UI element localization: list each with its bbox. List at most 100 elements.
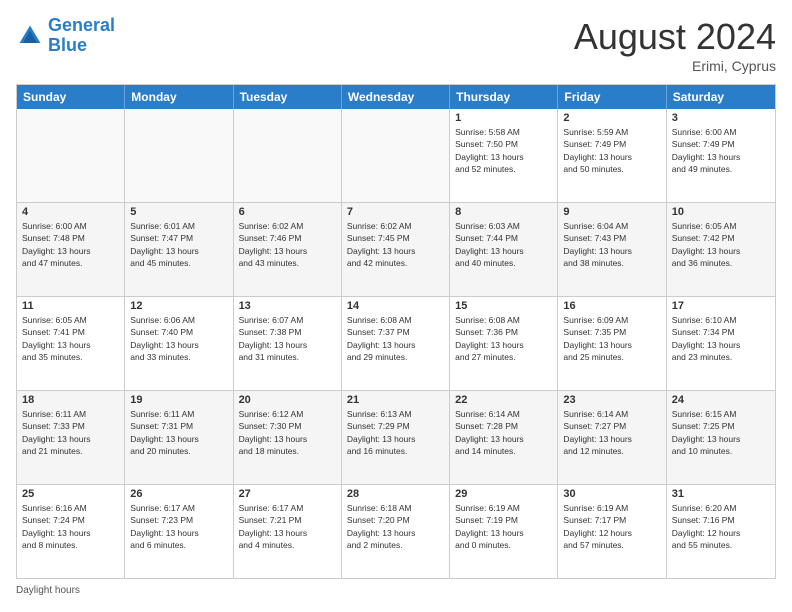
calendar-cell: 18 Sunrise: 6:11 AM Sunset: 7:33 PM Dayli…	[17, 391, 125, 484]
logo: General Blue	[16, 16, 115, 56]
day-info: Sunrise: 6:05 AM Sunset: 7:42 PM Dayligh…	[672, 220, 770, 269]
day-info: Sunrise: 6:19 AM Sunset: 7:19 PM Dayligh…	[455, 502, 552, 551]
day-number: 16	[563, 300, 660, 312]
month-title: August 2024	[574, 16, 776, 58]
cal-header-day: Tuesday	[234, 85, 342, 109]
day-number: 26	[130, 488, 227, 500]
day-number: 21	[347, 394, 444, 406]
day-info: Sunrise: 6:16 AM Sunset: 7:24 PM Dayligh…	[22, 502, 119, 551]
day-info: Sunrise: 6:08 AM Sunset: 7:36 PM Dayligh…	[455, 314, 552, 363]
calendar-cell: 14Sunrise: 6:08 AM Sunset: 7:37 PM Dayli…	[342, 297, 450, 390]
day-info: Sunrise: 6:14 AM Sunset: 7:27 PM Dayligh…	[563, 408, 660, 457]
calendar-cell: 1 Sunrise: 5:58 AM Sunset: 7:50 PM Daylig…	[450, 109, 558, 202]
calendar-row: 1 Sunrise: 5:58 AM Sunset: 7:50 PM Daylig…	[17, 109, 775, 203]
calendar-row: 25 Sunrise: 6:16 AM Sunset: 7:24 PM Dayli…	[17, 485, 775, 578]
day-number: 1	[455, 112, 552, 124]
calendar-cell: 6Sunrise: 6:02 AM Sunset: 7:46 PM Daylig…	[234, 203, 342, 296]
footer-note-text: Daylight hours	[16, 585, 80, 596]
day-number: 13	[239, 300, 336, 312]
calendar-cell: 7 Sunrise: 6:02 AM Sunset: 7:45 PM Daylig…	[342, 203, 450, 296]
day-info: Sunrise: 6:01 AM Sunset: 7:47 PM Dayligh…	[130, 220, 227, 269]
calendar-cell: 13 Sunrise: 6:07 AM Sunset: 7:38 PM Dayli…	[234, 297, 342, 390]
calendar-cell: 17Sunrise: 6:10 AM Sunset: 7:34 PM Dayli…	[667, 297, 775, 390]
day-number: 8	[455, 206, 552, 218]
calendar-cell: 2 Sunrise: 5:59 AM Sunset: 7:49 PM Daylig…	[558, 109, 666, 202]
calendar-cell	[342, 109, 450, 202]
day-number: 19	[130, 394, 227, 406]
calendar-cell: 21 Sunrise: 6:13 AM Sunset: 7:29 PM Dayli…	[342, 391, 450, 484]
day-number: 29	[455, 488, 552, 500]
calendar-row: 4Sunrise: 6:00 AM Sunset: 7:48 PM Daylig…	[17, 203, 775, 297]
cal-header-day: Wednesday	[342, 85, 450, 109]
day-info: Sunrise: 5:58 AM Sunset: 7:50 PM Dayligh…	[455, 126, 552, 175]
calendar-cell: 11 Sunrise: 6:05 AM Sunset: 7:41 PM Dayli…	[17, 297, 125, 390]
calendar-cell: 24Sunrise: 6:15 AM Sunset: 7:25 PM Dayli…	[667, 391, 775, 484]
day-info: Sunrise: 6:14 AM Sunset: 7:28 PM Dayligh…	[455, 408, 552, 457]
day-info: Sunrise: 6:13 AM Sunset: 7:29 PM Dayligh…	[347, 408, 444, 457]
day-info: Sunrise: 6:12 AM Sunset: 7:30 PM Dayligh…	[239, 408, 336, 457]
calendar: SundayMondayTuesdayWednesdayThursdayFrid…	[16, 84, 776, 579]
day-info: Sunrise: 5:59 AM Sunset: 7:49 PM Dayligh…	[563, 126, 660, 175]
calendar-cell: 23Sunrise: 6:14 AM Sunset: 7:27 PM Dayli…	[558, 391, 666, 484]
day-info: Sunrise: 6:10 AM Sunset: 7:34 PM Dayligh…	[672, 314, 770, 363]
day-info: Sunrise: 6:09 AM Sunset: 7:35 PM Dayligh…	[563, 314, 660, 363]
day-info: Sunrise: 6:18 AM Sunset: 7:20 PM Dayligh…	[347, 502, 444, 551]
logo-blue: Blue	[48, 35, 87, 55]
day-number: 24	[672, 394, 770, 406]
calendar-cell: 29 Sunrise: 6:19 AM Sunset: 7:19 PM Dayli…	[450, 485, 558, 578]
day-number: 20	[239, 394, 336, 406]
calendar-cell: 28Sunrise: 6:18 AM Sunset: 7:20 PM Dayli…	[342, 485, 450, 578]
calendar-cell: 4Sunrise: 6:00 AM Sunset: 7:48 PM Daylig…	[17, 203, 125, 296]
day-number: 3	[672, 112, 770, 124]
calendar-cell: 10 Sunrise: 6:05 AM Sunset: 7:42 PM Dayli…	[667, 203, 775, 296]
cal-header-day: Friday	[558, 85, 666, 109]
calendar-cell: 8 Sunrise: 6:03 AM Sunset: 7:44 PM Daylig…	[450, 203, 558, 296]
day-number: 7	[347, 206, 444, 218]
day-number: 9	[563, 206, 660, 218]
calendar-cell: 12 Sunrise: 6:06 AM Sunset: 7:40 PM Dayli…	[125, 297, 233, 390]
calendar-cell: 16 Sunrise: 6:09 AM Sunset: 7:35 PM Dayli…	[558, 297, 666, 390]
day-number: 10	[672, 206, 770, 218]
calendar-cell: 26 Sunrise: 6:17 AM Sunset: 7:23 PM Dayli…	[125, 485, 233, 578]
location: Erimi, Cyprus	[574, 58, 776, 74]
day-number: 11	[22, 300, 119, 312]
calendar-cell: 31 Sunrise: 6:20 AM Sunset: 7:16 PM Dayli…	[667, 485, 775, 578]
day-info: Sunrise: 6:00 AM Sunset: 7:48 PM Dayligh…	[22, 220, 119, 269]
calendar-header: SundayMondayTuesdayWednesdayThursdayFrid…	[17, 85, 775, 109]
day-info: Sunrise: 6:03 AM Sunset: 7:44 PM Dayligh…	[455, 220, 552, 269]
calendar-cell: 15 Sunrise: 6:08 AM Sunset: 7:36 PM Dayli…	[450, 297, 558, 390]
day-info: Sunrise: 6:06 AM Sunset: 7:40 PM Dayligh…	[130, 314, 227, 363]
calendar-row: 18 Sunrise: 6:11 AM Sunset: 7:33 PM Dayli…	[17, 391, 775, 485]
calendar-cell	[234, 109, 342, 202]
day-info: Sunrise: 6:11 AM Sunset: 7:33 PM Dayligh…	[22, 408, 119, 457]
calendar-cell	[17, 109, 125, 202]
page: General Blue August 2024 Erimi, Cyprus S…	[0, 0, 792, 612]
cal-header-day: Saturday	[667, 85, 775, 109]
day-number: 12	[130, 300, 227, 312]
day-number: 15	[455, 300, 552, 312]
footer-note: Daylight hours	[16, 585, 776, 596]
day-info: Sunrise: 6:19 AM Sunset: 7:17 PM Dayligh…	[563, 502, 660, 551]
header: General Blue August 2024 Erimi, Cyprus	[16, 16, 776, 74]
day-info: Sunrise: 6:05 AM Sunset: 7:41 PM Dayligh…	[22, 314, 119, 363]
day-info: Sunrise: 6:08 AM Sunset: 7:37 PM Dayligh…	[347, 314, 444, 363]
day-info: Sunrise: 6:02 AM Sunset: 7:45 PM Dayligh…	[347, 220, 444, 269]
logo-general: General	[48, 15, 115, 35]
calendar-cell: 25 Sunrise: 6:16 AM Sunset: 7:24 PM Dayli…	[17, 485, 125, 578]
day-number: 25	[22, 488, 119, 500]
day-number: 18	[22, 394, 119, 406]
day-info: Sunrise: 6:20 AM Sunset: 7:16 PM Dayligh…	[672, 502, 770, 551]
cal-header-day: Monday	[125, 85, 233, 109]
day-info: Sunrise: 6:07 AM Sunset: 7:38 PM Dayligh…	[239, 314, 336, 363]
calendar-row: 11 Sunrise: 6:05 AM Sunset: 7:41 PM Dayli…	[17, 297, 775, 391]
day-number: 31	[672, 488, 770, 500]
day-info: Sunrise: 6:02 AM Sunset: 7:46 PM Dayligh…	[239, 220, 336, 269]
calendar-cell: 20 Sunrise: 6:12 AM Sunset: 7:30 PM Dayli…	[234, 391, 342, 484]
day-number: 2	[563, 112, 660, 124]
day-number: 5	[130, 206, 227, 218]
calendar-cell: 9Sunrise: 6:04 AM Sunset: 7:43 PM Daylig…	[558, 203, 666, 296]
calendar-cell: 3Sunrise: 6:00 AM Sunset: 7:49 PM Daylig…	[667, 109, 775, 202]
title-block: August 2024 Erimi, Cyprus	[574, 16, 776, 74]
day-info: Sunrise: 6:17 AM Sunset: 7:23 PM Dayligh…	[130, 502, 227, 551]
calendar-body: 1 Sunrise: 5:58 AM Sunset: 7:50 PM Daylig…	[17, 109, 775, 578]
